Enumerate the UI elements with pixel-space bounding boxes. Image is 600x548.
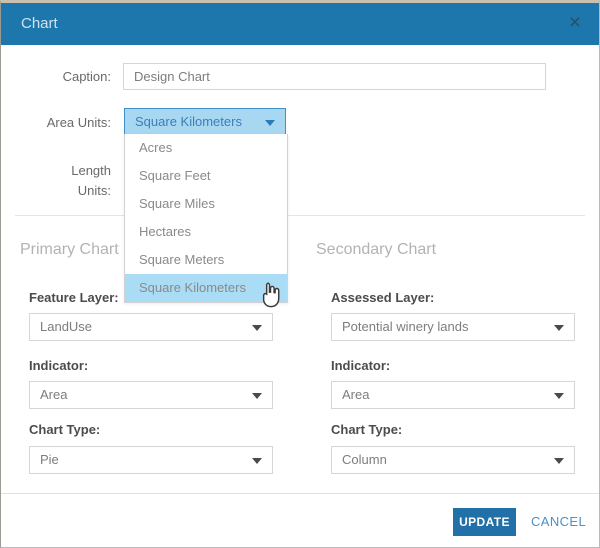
section-divider [15,215,585,216]
feature-layer-select[interactable]: LandUse [29,313,273,341]
cancel-button[interactable]: CANCEL [531,508,586,536]
dropdown-option-hectares[interactable]: Hectares [125,218,287,246]
dialog-title: Chart [21,3,58,45]
primary-indicator-select[interactable]: Area [29,381,273,409]
update-button[interactable]: UPDATE [453,508,516,536]
assessed-layer-value: Potential winery lands [342,319,468,334]
secondary-indicator-select[interactable]: Area [331,381,575,409]
chevron-down-icon [252,325,262,331]
caption-label: Caption: [11,69,111,84]
secondary-chart-type-label: Chart Type: [331,422,402,437]
dropdown-option-square-miles[interactable]: Square Miles [125,190,287,218]
chevron-down-icon [265,120,275,126]
footer-divider [1,493,599,494]
secondary-indicator-value: Area [342,387,369,402]
hand-cursor-icon [257,280,284,310]
secondary-chart-type-value: Column [342,452,387,467]
dialog-header: Chart × [1,3,599,45]
area-units-value: Square Kilometers [135,114,242,129]
chart-dialog: Chart × Caption: Area Units: Square Kilo… [0,0,600,548]
assessed-layer-select[interactable]: Potential winery lands [331,313,575,341]
secondary-chart-type-select[interactable]: Column [331,446,575,474]
feature-layer-label: Feature Layer: [29,290,119,305]
primary-chart-type-label: Chart Type: [29,422,100,437]
chevron-down-icon [252,458,262,464]
primary-chart-type-select[interactable]: Pie [29,446,273,474]
close-icon[interactable]: × [565,3,585,45]
dropdown-option-acres[interactable]: Acres [125,134,287,162]
secondary-indicator-label: Indicator: [331,358,390,373]
secondary-chart-title: Secondary Chart [316,241,436,259]
primary-chart-type-value: Pie [40,452,59,467]
chevron-down-icon [252,393,262,399]
assessed-layer-label: Assessed Layer: [331,290,434,305]
area-units-select[interactable]: Square Kilometers [124,108,286,136]
dropdown-option-square-meters[interactable]: Square Meters [125,246,287,274]
dropdown-option-square-feet[interactable]: Square Feet [125,162,287,190]
area-units-label: Area Units: [11,115,111,130]
chevron-down-icon [554,325,564,331]
area-units-menu: Acres Square Feet Square Miles Hectares … [124,134,288,303]
length-units-label: Length Units: [51,161,111,201]
chevron-down-icon [554,458,564,464]
primary-chart-title: Primary Chart [20,241,119,259]
feature-layer-value: LandUse [40,319,92,334]
caption-input[interactable] [123,63,546,90]
primary-indicator-value: Area [40,387,67,402]
primary-indicator-label: Indicator: [29,358,88,373]
chevron-down-icon [554,393,564,399]
